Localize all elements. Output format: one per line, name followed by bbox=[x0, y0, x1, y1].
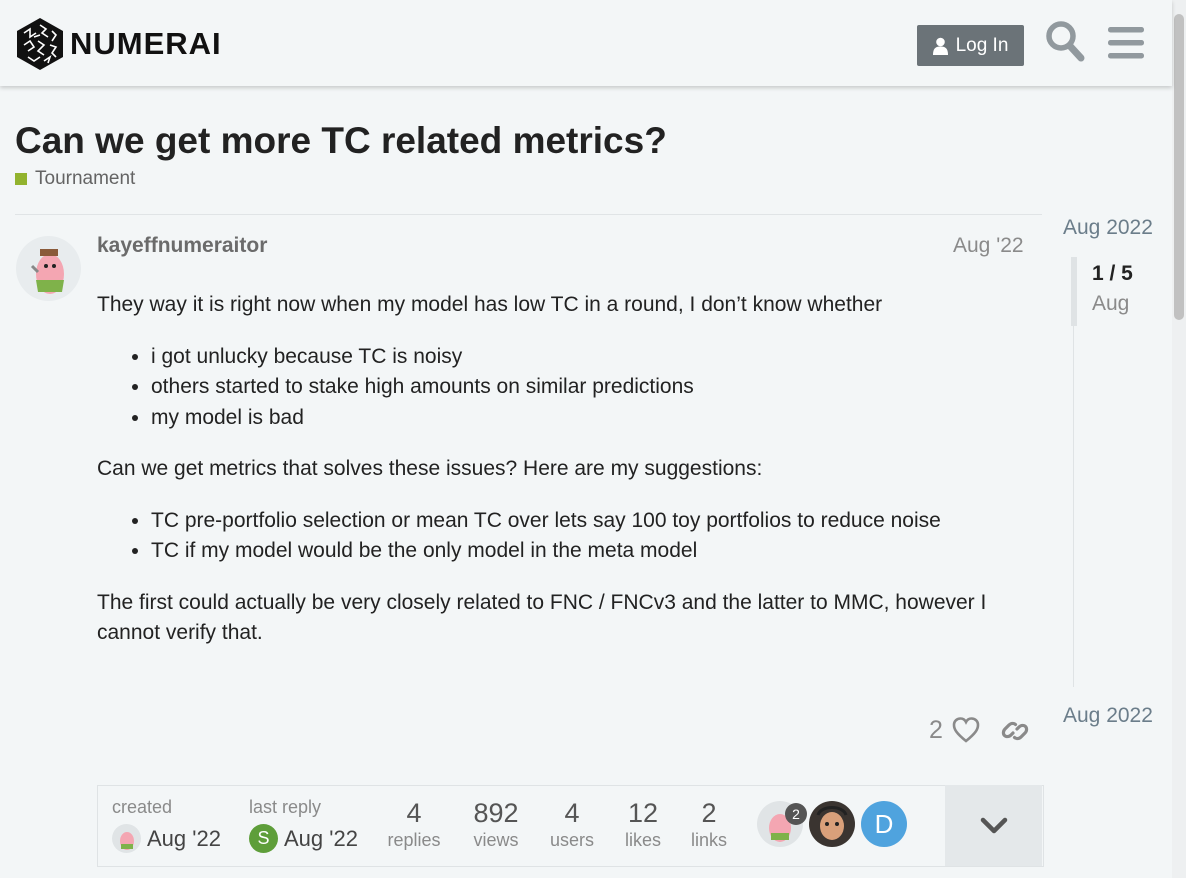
timeline-scroller-handle[interactable] bbox=[1071, 257, 1077, 326]
participant-post-count-badge: 2 bbox=[785, 803, 807, 825]
post-paragraph: The first could actually be very closely… bbox=[97, 590, 987, 645]
stat-number: 4 bbox=[406, 798, 422, 828]
hamburger-menu-icon[interactable] bbox=[1108, 27, 1144, 59]
stat-number: 2 bbox=[701, 798, 717, 828]
like-count[interactable]: 2 bbox=[929, 716, 943, 745]
post-username[interactable]: kayeffnumeraitor bbox=[97, 234, 267, 258]
patrick-avatar-image bbox=[16, 236, 81, 301]
heart-icon[interactable] bbox=[952, 716, 980, 744]
category-label: Tournament bbox=[35, 168, 136, 189]
stat-number: 892 bbox=[473, 798, 519, 828]
stat-views: 892 views bbox=[468, 798, 524, 851]
post-date[interactable]: Aug '22 bbox=[953, 234, 1024, 258]
site-header: NUMERAI Log In bbox=[0, 0, 1172, 86]
participant-child-avatar bbox=[809, 801, 855, 847]
numerai-cube-icon bbox=[17, 18, 63, 70]
participant-avatar[interactable] bbox=[809, 801, 855, 847]
chevron-down-icon bbox=[980, 817, 1007, 833]
topic-title[interactable]: Can we get more TC related metrics? bbox=[15, 120, 667, 162]
stat-label: users bbox=[549, 830, 594, 850]
stat-number: 4 bbox=[564, 798, 580, 828]
stat-likes: 12 likes bbox=[615, 798, 671, 851]
timeline-end-date[interactable]: Aug 2022 bbox=[1063, 704, 1153, 728]
stat-label: links bbox=[690, 830, 727, 850]
list-item: i got unlucky because TC is noisy bbox=[151, 342, 1037, 373]
log-in-button[interactable]: Log In bbox=[917, 25, 1024, 66]
list-item: my model is bad bbox=[151, 403, 1037, 434]
post-list: TC pre-portfolio selection or mean TC ov… bbox=[97, 506, 1037, 567]
timeline-start-date[interactable]: Aug 2022 bbox=[1063, 216, 1153, 240]
stat-label: likes bbox=[624, 830, 661, 850]
post-paragraph: Can we get metrics that solves these iss… bbox=[97, 457, 763, 480]
post-paragraph: They way it is right now when my model h… bbox=[97, 293, 883, 316]
list-item: TC pre-portfolio selection or mean TC ov… bbox=[151, 506, 1037, 537]
last-reply-date: Aug '22 bbox=[284, 825, 358, 851]
creator-avatar bbox=[112, 824, 141, 853]
created-section[interactable]: created Aug '22 bbox=[112, 797, 221, 853]
stat-replies: 4 replies bbox=[386, 798, 442, 851]
created-label: created bbox=[112, 797, 173, 817]
user-icon bbox=[932, 37, 948, 55]
scrollbar-thumb[interactable] bbox=[1174, 14, 1184, 320]
post-list: i got unlucky because TC is noisy others… bbox=[97, 342, 1037, 434]
list-item: others started to stake high amounts on … bbox=[151, 372, 1037, 403]
expand-topic-map-button[interactable] bbox=[945, 785, 1042, 866]
stat-number: 12 bbox=[627, 798, 659, 828]
created-date: Aug '22 bbox=[147, 825, 221, 851]
category-badge[interactable]: Tournament bbox=[15, 168, 135, 190]
list-item: TC if my model would be the only model i… bbox=[151, 536, 1037, 567]
link-icon[interactable] bbox=[1001, 717, 1029, 745]
participant-avatar[interactable]: D bbox=[861, 801, 907, 847]
category-color-square bbox=[15, 173, 27, 185]
stat-label: views bbox=[473, 830, 519, 850]
user-avatar[interactable] bbox=[16, 236, 81, 301]
topic-map: created Aug '22 last reply S Aug '22 4 r… bbox=[97, 785, 1044, 867]
last-reply-avatar: S bbox=[249, 824, 278, 853]
timeline-post-counter: 1 / 5 bbox=[1092, 262, 1133, 285]
stat-links: 2 links bbox=[681, 798, 737, 851]
stat-label: replies bbox=[387, 830, 441, 850]
last-reply-section[interactable]: last reply S Aug '22 bbox=[249, 797, 358, 853]
timeline-current-date: Aug bbox=[1092, 292, 1130, 315]
site-logo[interactable]: NUMERAI bbox=[16, 17, 222, 71]
title-divider bbox=[15, 214, 1042, 215]
search-icon[interactable] bbox=[1045, 20, 1085, 62]
post-body: They way it is right now when my model h… bbox=[97, 290, 1037, 649]
stat-users: 4 users bbox=[544, 798, 600, 851]
participant-avatar[interactable]: 2 bbox=[757, 801, 807, 847]
last-reply-label: last reply bbox=[249, 797, 322, 817]
log-in-label: Log In bbox=[955, 34, 1009, 56]
logo-text: NUMERAI bbox=[70, 26, 222, 61]
